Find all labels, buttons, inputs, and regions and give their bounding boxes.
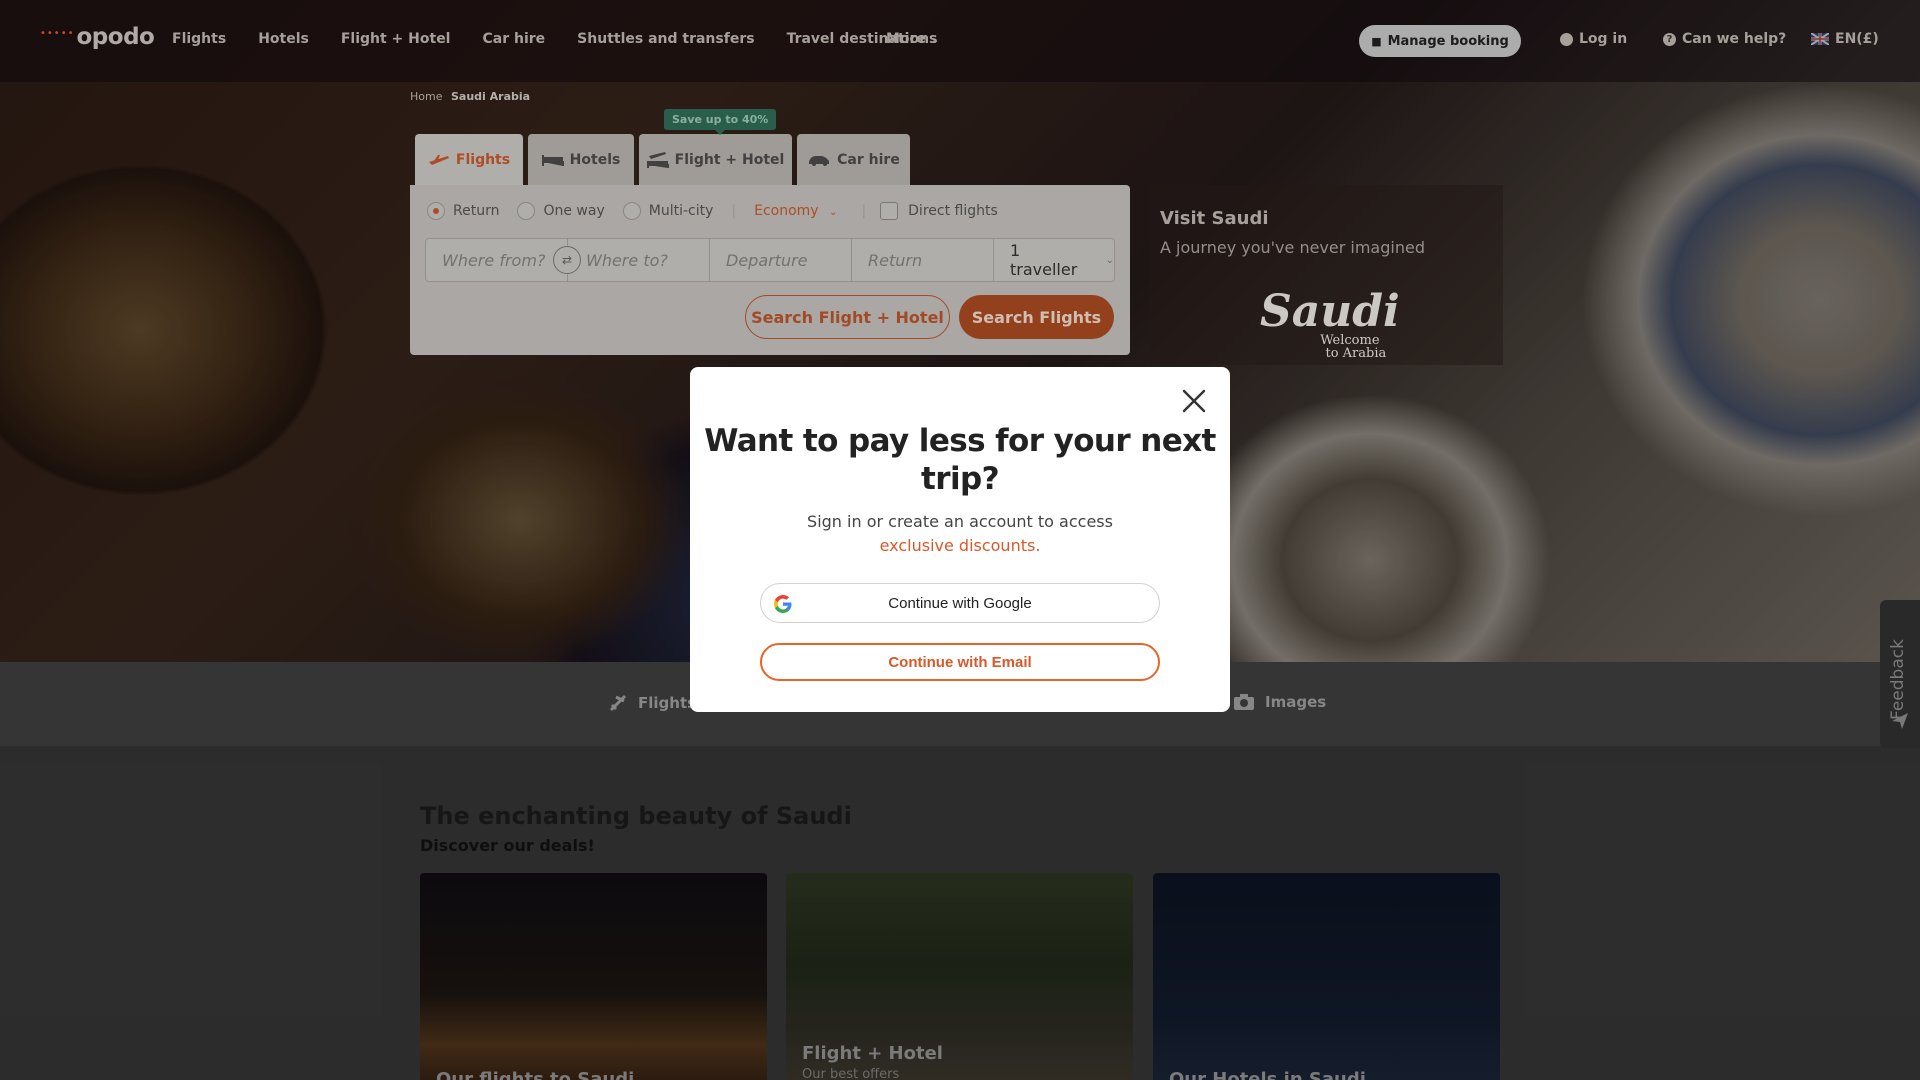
google-icon xyxy=(774,595,792,613)
continue-google-label: Continue with Google xyxy=(888,594,1032,612)
modal-body-text: Sign in or create an account to access xyxy=(807,512,1113,531)
modal-body-accent: exclusive discounts. xyxy=(879,536,1041,555)
modal-body: Sign in or create an account to access e… xyxy=(770,510,1150,558)
continue-email-label: Continue with Email xyxy=(888,653,1032,671)
close-icon[interactable] xyxy=(1178,385,1210,417)
modal-title: Want to pay less for your next trip? xyxy=(704,423,1216,497)
continue-google-button[interactable]: Continue with Google xyxy=(760,583,1160,623)
signin-modal: Want to pay less for your next trip? Sig… xyxy=(690,367,1230,712)
continue-email-button[interactable]: Continue with Email xyxy=(760,643,1160,681)
